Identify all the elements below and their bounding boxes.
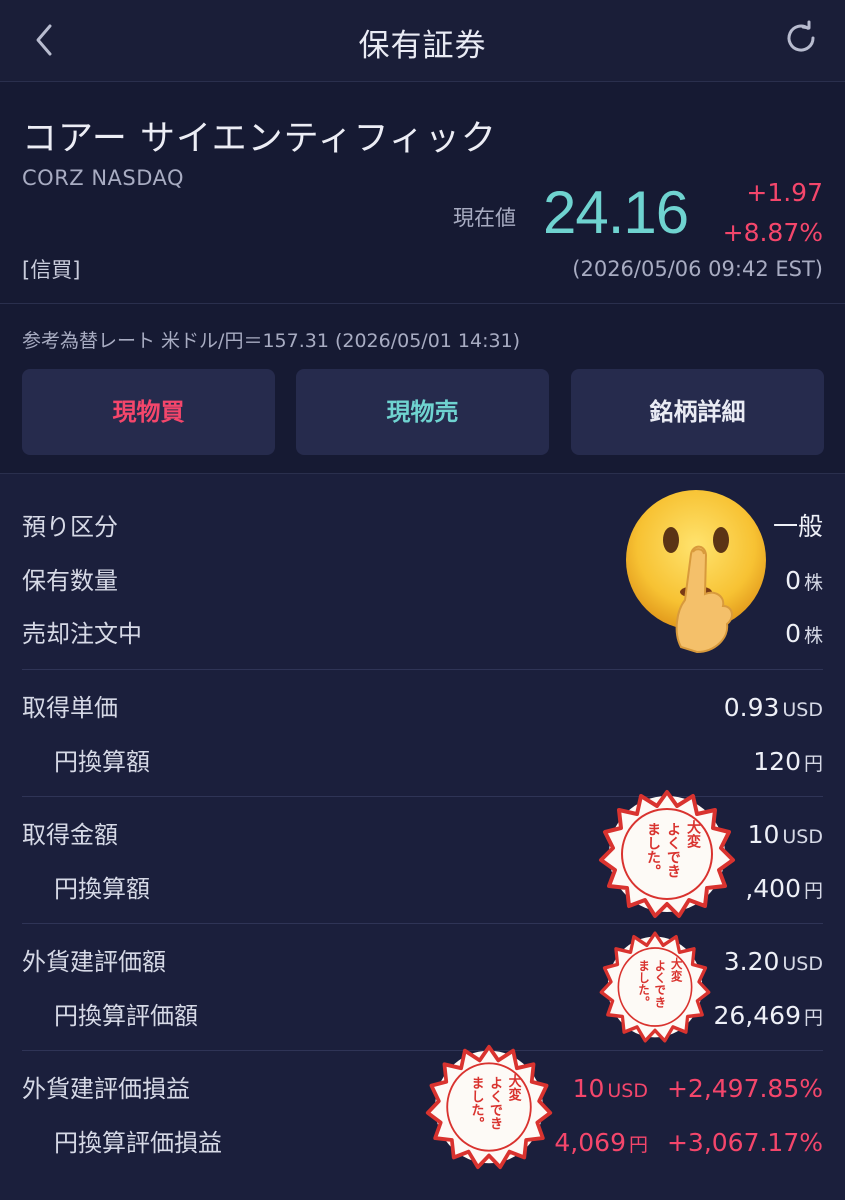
price-change-percent: +8.87%	[722, 218, 823, 247]
row-value: 0株	[785, 619, 823, 648]
row-label: 取得金額	[22, 821, 118, 849]
refresh-button[interactable]	[781, 18, 821, 58]
row-value: 0.93 USD	[723, 693, 823, 722]
stamp-text: よくでき	[487, 1076, 502, 1131]
divider	[22, 669, 823, 670]
price-change-absolute: +1.97	[746, 178, 823, 207]
row-label: 取得単価	[22, 694, 118, 722]
exchange-rate-text: 参考為替レート 米ドル/円＝157.31 (2026/05/01 14:31)	[22, 330, 521, 352]
fx-pl-amount: 10 USD	[572, 1074, 648, 1103]
stamp-sticker-1: 大変 よくでき ました。	[599, 790, 735, 918]
stock-detail-button[interactable]: 銘柄詳細	[571, 369, 824, 455]
row-value: 0株	[785, 566, 823, 595]
divider	[22, 923, 823, 924]
current-price: 24.16	[543, 179, 689, 246]
stamp-text: ました。	[469, 1076, 484, 1131]
fx-pl-percent: +2,497.85%	[666, 1074, 823, 1103]
avg-cost-jpy-row: 円換算額 120 円	[0, 742, 845, 782]
row-label: 円換算評価損益	[54, 1129, 222, 1157]
stamp-text: ました。	[637, 959, 651, 1008]
row-value: 26,469 円	[713, 1001, 824, 1030]
row-label: 円換算評価額	[54, 1002, 198, 1030]
stamp-sticker-2: 大変 よくでき ました。	[599, 931, 711, 1043]
margin-tag: [信買]	[22, 258, 81, 282]
refresh-icon	[787, 20, 815, 52]
row-label: 円換算額	[54, 748, 150, 776]
sell-spot-button[interactable]: 現物売	[296, 369, 549, 455]
row-label: 円換算額	[54, 875, 150, 903]
fx-value-row: 外貨建評価額 3.20 USD	[0, 942, 845, 982]
stock-ticker: CORZ NASDAQ	[22, 166, 185, 190]
header-bar: 保有証券	[0, 0, 845, 82]
fx-pl-row: 外貨建評価損益 10 USD +2,497.85%	[0, 1069, 845, 1109]
stock-summary: コアー サイエンティフィック CORZ NASDAQ [信買] 現在値 24.1…	[0, 82, 845, 304]
row-label: 外貨建評価損益	[22, 1075, 190, 1103]
page-title: 保有証券	[358, 28, 487, 64]
divider	[22, 1050, 823, 1051]
stamp-sticker-3: 大変 よくでき ました。	[425, 1044, 553, 1170]
jpy-pl-amount: 4,069 円	[554, 1128, 648, 1157]
row-value: 10 USD	[747, 820, 823, 849]
shushing-face-emoji-sticker	[626, 490, 766, 654]
stamp-text: 大変	[506, 1073, 521, 1103]
row-label: 保有数量	[22, 567, 118, 595]
row-value: ,400 円	[745, 874, 823, 903]
row-label: 預り区分	[22, 513, 118, 541]
row-label: 外貨建評価額	[22, 948, 166, 976]
jpy-pl-row: 円換算評価損益 4,069 円 +3,067.17%	[0, 1123, 845, 1163]
stamp-text: よくでき	[653, 959, 667, 1008]
jpy-pl-percent: +3,067.17%	[666, 1128, 823, 1157]
stamp-text: 大変	[669, 957, 683, 983]
jpy-value-row: 円換算評価額 26,469 円	[0, 996, 845, 1036]
buy-spot-button[interactable]: 現物買	[22, 369, 275, 455]
stamp-text: ました。	[645, 822, 661, 878]
stock-name: コアー サイエンティフィック	[22, 119, 497, 159]
row-value: 3.20 USD	[723, 947, 823, 976]
price-label: 現在値	[453, 206, 516, 230]
row-value: 120 円	[753, 747, 823, 776]
price-timestamp: (2026/05/06 09:42 EST)	[572, 257, 823, 281]
avg-cost-row: 取得単価 0.93 USD	[0, 688, 845, 728]
stamp-text: よくでき	[665, 822, 681, 878]
row-label: 売却注文中	[22, 620, 142, 648]
stamp-text: 大変	[685, 819, 701, 849]
